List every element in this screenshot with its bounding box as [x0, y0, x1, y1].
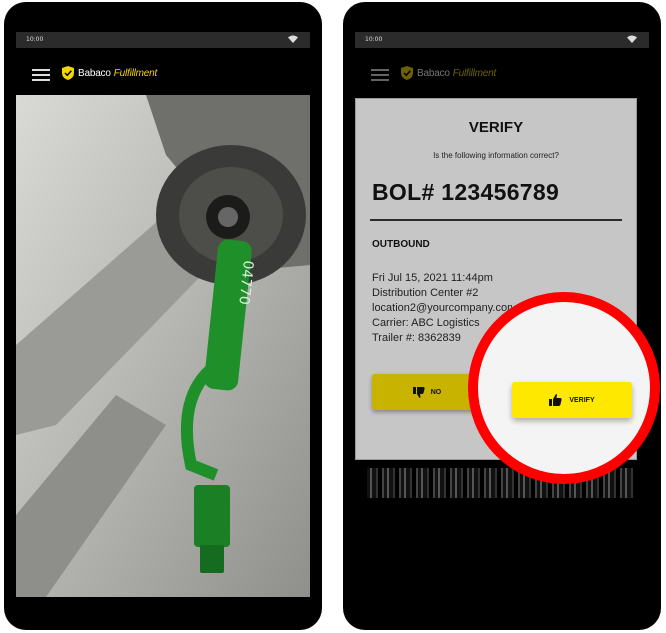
dialog-title: VERIFY — [468, 119, 524, 136]
divider — [370, 219, 622, 221]
verify-button[interactable]: VERIFY — [512, 382, 632, 418]
app-bar: BabacoFulfillment — [16, 51, 310, 95]
highlight-circle: VERIFY — [468, 292, 660, 484]
menu-icon[interactable] — [32, 69, 50, 81]
shield-icon — [62, 66, 74, 80]
brand-name: Babaco — [78, 68, 111, 79]
bol-number: BOL# 123456789 — [372, 179, 560, 205]
status-time: 10:00 — [365, 36, 383, 43]
no-button-label: NO — [430, 388, 442, 396]
wifi-icon — [288, 35, 298, 43]
detail-date: Fri Jul 15, 2021 11:44pm — [372, 272, 493, 284]
verify-button-label: VERIFY — [569, 396, 595, 404]
wifi-icon — [627, 35, 637, 43]
status-bar: 10:00 — [16, 32, 310, 48]
detail-location: Distribution Center #2 — [372, 287, 479, 299]
detail-email: location2@yourcompany.com — [372, 302, 512, 314]
phone-left: 10:00 Babaco Fulfillment 04770 — [4, 2, 322, 630]
direction-label: OUTBOUND — [372, 239, 430, 250]
no-button[interactable]: NO — [372, 374, 482, 410]
dialog-question: Is the following information correct? — [433, 151, 559, 160]
thumbs-up-icon — [549, 394, 562, 406]
thumbs-down-icon — [412, 386, 425, 398]
brand-sub: Fulfillment — [113, 68, 158, 79]
brand-logo: BabacoFulfillment — [78, 68, 157, 79]
status-time: 10:00 — [26, 36, 44, 43]
seal-photo-illustration: 04770 — [16, 95, 310, 597]
status-bar: 10:00 — [355, 32, 649, 48]
camera-photo-seal: 04770 — [16, 95, 310, 597]
